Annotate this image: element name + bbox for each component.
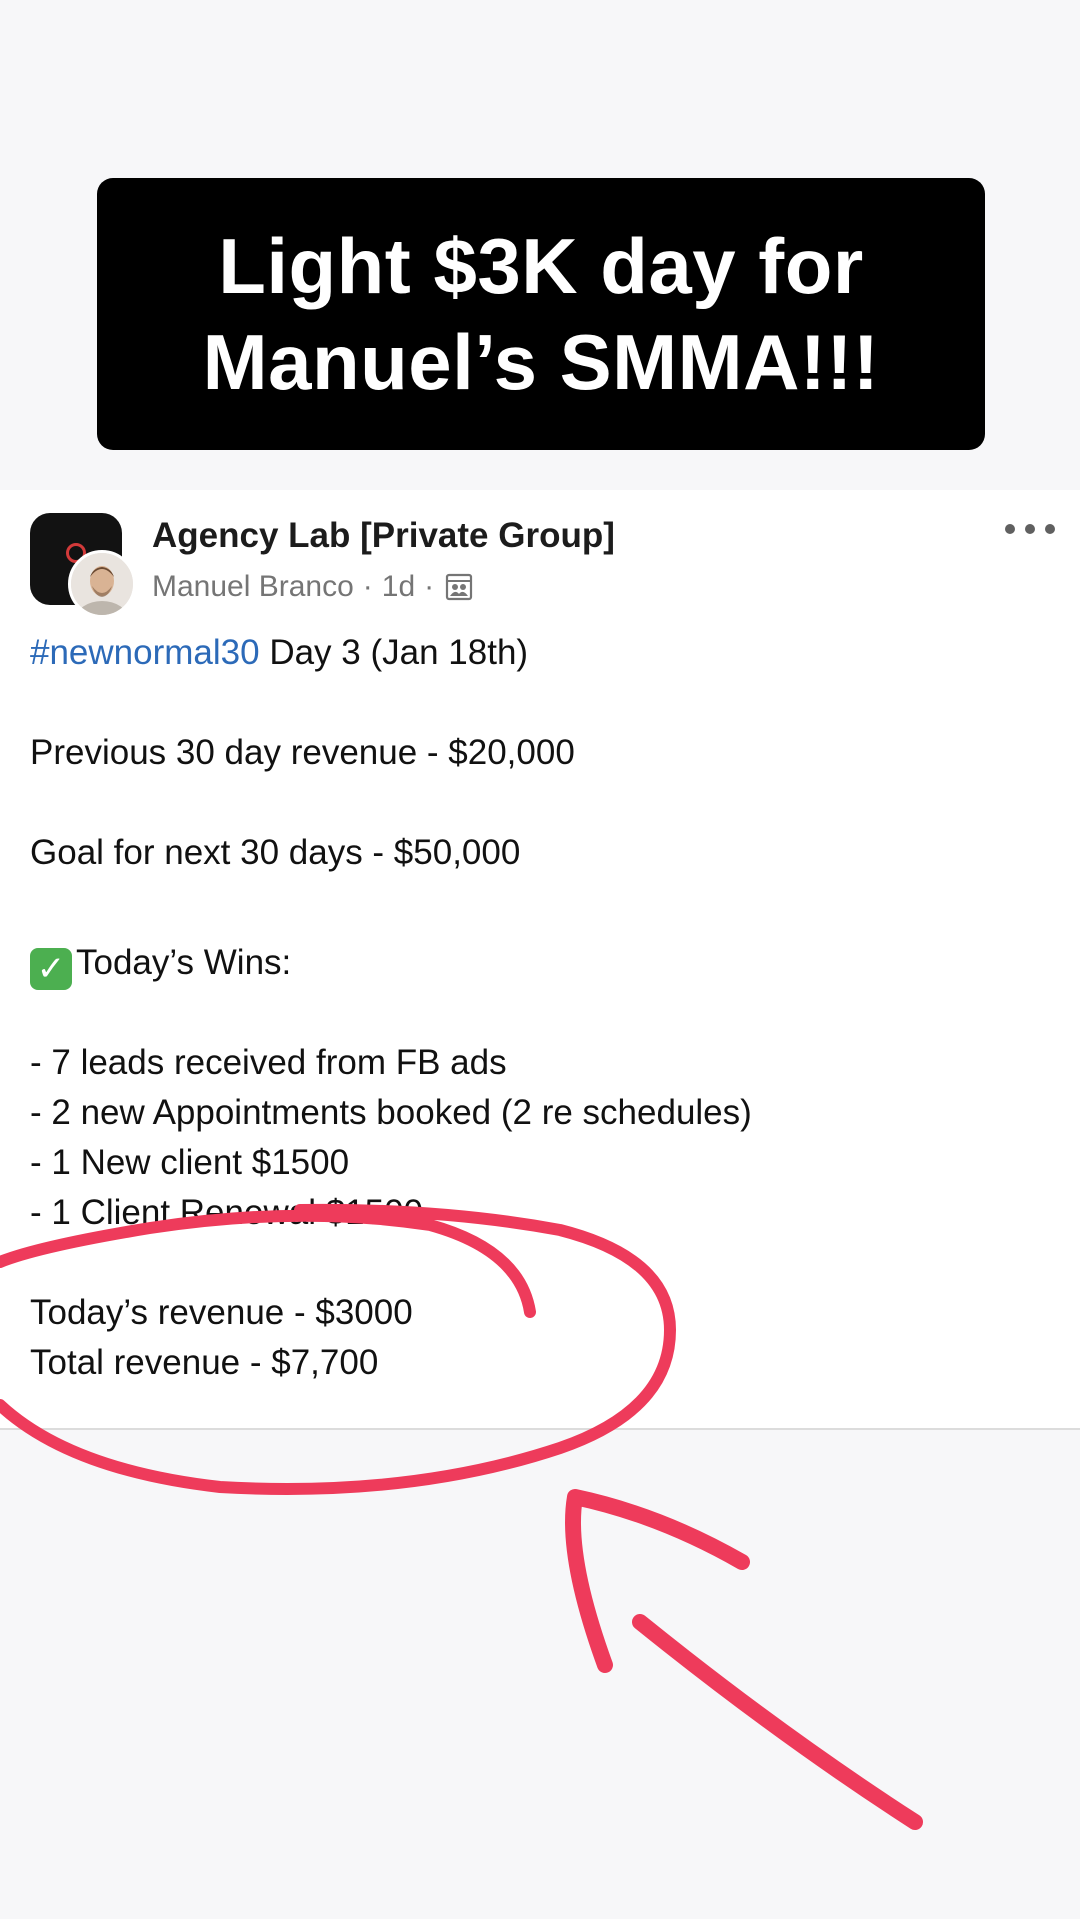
headline-text: Light $3K day for Manuel’s SMMA!!!	[202, 222, 880, 406]
author-avatar[interactable]	[68, 550, 136, 618]
wins-heading: ✓ Today’s Wins:	[30, 938, 1040, 990]
more-horizontal-icon	[1045, 524, 1055, 534]
author-photo-icon	[71, 553, 133, 615]
goal-text: Goal for next 30 days - $50,000	[30, 833, 521, 872]
story-background-bottom	[0, 1430, 1080, 1919]
win-item: - 7 leads received from FB ads	[30, 1043, 507, 1082]
post-line-day: #newnormal30 Day 3 (Jan 18th)	[30, 628, 1040, 678]
headline-banner: Light $3K day for Manuel’s SMMA!!!	[97, 178, 985, 450]
win-item: - 1 Client Renewal $1500	[30, 1193, 424, 1232]
todays-revenue-text: Today’s revenue - $3000	[30, 1293, 413, 1332]
author-name[interactable]: Manuel Branco	[152, 570, 354, 604]
more-options-button[interactable]	[1005, 514, 1055, 544]
group-name[interactable]: Agency Lab [Private Group]	[152, 516, 615, 556]
total-revenue-text: Total revenue - $7,700	[30, 1343, 379, 1382]
group-privacy-icon	[446, 573, 473, 601]
more-horizontal-icon	[1005, 524, 1015, 534]
wins-title: Today’s Wins:	[76, 943, 292, 982]
day-text: Day 3 (Jan 18th)	[259, 633, 529, 672]
win-item: - 2 new Appointments booked (2 re schedu…	[30, 1093, 752, 1132]
meta-separator: ·	[362, 570, 373, 603]
post-body: #newnormal30 Day 3 (Jan 18th) Previous 3…	[30, 628, 1040, 1388]
post-time[interactable]: 1d	[382, 570, 415, 604]
post-meta: Manuel Branco · 1d ·	[152, 570, 473, 604]
check-mark-emoji-icon: ✓	[30, 948, 72, 990]
win-item: - 1 New client $1500	[30, 1143, 350, 1182]
more-horizontal-icon	[1025, 524, 1035, 534]
hashtag-link[interactable]: #newnormal30	[30, 633, 260, 672]
previous-revenue-text: Previous 30 day revenue - $20,000	[30, 733, 575, 772]
meta-separator: ·	[424, 570, 435, 603]
